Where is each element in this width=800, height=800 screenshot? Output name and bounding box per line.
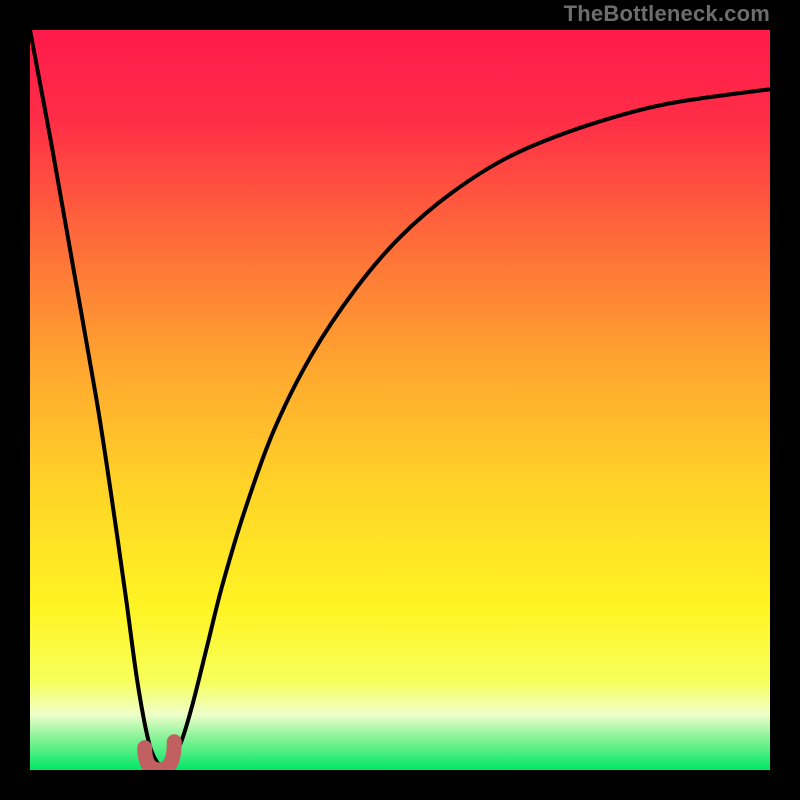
chart-svg (30, 30, 770, 770)
watermark-text: TheBottleneck.com (564, 1, 770, 27)
chart-frame: TheBottleneck.com (0, 0, 800, 800)
plot-area (30, 30, 770, 770)
gradient-background (30, 30, 770, 770)
